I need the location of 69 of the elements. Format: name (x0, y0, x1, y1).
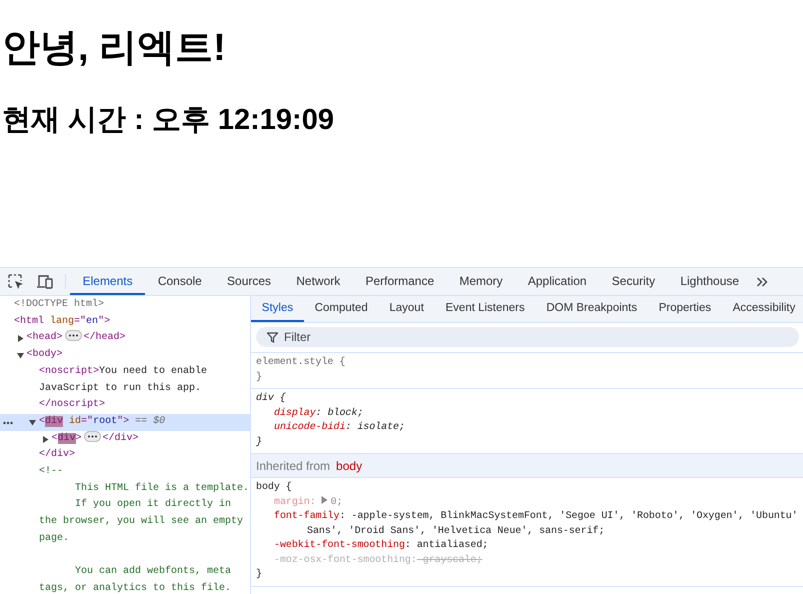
expand-arrow-icon[interactable] (16, 335, 24, 342)
sidebar-tab[interactable]: Computed (304, 296, 379, 322)
dom-node-text: </div> (102, 432, 139, 444)
expand-arrow-icon[interactable] (29, 418, 36, 426)
css-selector: body { (256, 482, 292, 493)
filter-field[interactable]: Filter (256, 327, 799, 347)
sidebar-tab[interactable]: Layout (378, 296, 435, 322)
expand-arrow-icon[interactable] (42, 436, 48, 443)
dom-tree-row[interactable]: <div id="root"> == $0 (0, 414, 250, 431)
dom-tree-row[interactable]: <div> </div> (0, 430, 250, 448)
css-property: margin: (274, 496, 316, 508)
panel-tab[interactable]: Lighthouse (668, 268, 752, 295)
current-time-text: 현재 시간 : 오후 12:19:09 (2, 103, 335, 138)
dom-node-text: <!DOCTYPE html> (14, 299, 104, 310)
dom-node-text: <div> (52, 432, 82, 444)
device-toolbar-icon[interactable] (36, 274, 53, 290)
panel-tab[interactable]: Console (145, 268, 214, 295)
dom-node-text: <!-- This HTML file is a template. If you open it directly in the browser, you will see an empty page. You can add webfonts, meta tags, or analytics to this file. (39, 466, 250, 594)
dom-tree-row[interactable]: <head> </head> (0, 330, 250, 348)
css-rule-brace: } (256, 372, 262, 382)
inherited-source-link[interactable]: body (336, 458, 362, 472)
css-rule-brace: } (256, 436, 262, 448)
css-value: grayscale; (422, 554, 482, 566)
panel-tab[interactable]: Sources (214, 268, 284, 295)
dom-node-text: <div id="root"> == $0 (39, 416, 166, 427)
css-value: -apple-system, BlinkMacSystemFont, 'Segoe UI', 'Roboto', 'Oxygen', 'Ubuntu' (350, 511, 798, 522)
panel-tab[interactable]: Elements (70, 268, 146, 295)
sidebar-tab[interactable]: Accessibility (722, 296, 803, 322)
filter-icon (267, 332, 278, 343)
dom-node-text: <body> (26, 349, 63, 360)
collapsed-content-icon[interactable] (64, 330, 82, 342)
css-selector: element.style { (256, 357, 346, 368)
more-tabs-icon[interactable] (756, 276, 768, 288)
css-value: Sans', 'Droid Sans', 'Helvetica Neue', sans-serif; (307, 526, 605, 536)
sidebar-tab[interactable]: DOM Breakpoints (536, 296, 648, 322)
panel-tab[interactable]: Performance (352, 268, 447, 295)
css-value: antialiased; (416, 540, 488, 551)
sidebar-tab[interactable]: Event Listeners (434, 296, 536, 322)
sidebar-tab[interactable]: Properties (648, 296, 722, 322)
dom-tree-row[interactable]: <body> (0, 347, 250, 364)
css-selector: div { (256, 393, 286, 404)
dom-tree-row[interactable]: <!-- This HTML file is a template. If you open it directly in the browser, you will see an empty page. You can add webfonts, meta tags, or analytics to this file. (0, 464, 250, 594)
expand-arrow-icon[interactable] (16, 352, 24, 360)
dom-node-text: <html lang="en"> (14, 316, 110, 327)
panel-tab[interactable]: Network (284, 268, 353, 295)
css-value: 0; (330, 496, 343, 508)
css-rule-brace: } (256, 569, 262, 580)
inspect-element-icon[interactable] (8, 274, 24, 290)
dom-tree-row[interactable]: <html lang="en"> (0, 314, 250, 330)
css-property: -moz-osx-font-smoothing: (274, 554, 417, 566)
sidebar-tab[interactable]: Styles (251, 296, 304, 322)
inherited-label: Inherited from (256, 458, 330, 472)
css-property: unicode-bidi: (274, 422, 352, 433)
panel-tab[interactable]: Application (515, 268, 600, 295)
dom-node-text: </div> (39, 449, 76, 460)
css-property: -webkit-font-smoothing: (274, 540, 411, 551)
collapsed-content-icon[interactable] (84, 430, 101, 442)
dom-tree-row[interactable]: <!DOCTYPE html> (0, 297, 250, 314)
css-property: display: (274, 408, 322, 418)
dom-tree-row[interactable]: </div> (0, 447, 250, 464)
css-value: isolate; (356, 422, 405, 433)
css-value: block; (326, 408, 364, 418)
panel-tab[interactable]: Security (599, 268, 668, 295)
dom-node-text: <head> (26, 332, 63, 344)
more-options-icon[interactable] (3, 420, 13, 425)
dom-node-text: </head> (84, 332, 126, 344)
css-property: font-family: (274, 511, 346, 522)
panel-tab[interactable]: Memory (446, 268, 516, 295)
page-heading: 안녕, 리엑트! (2, 26, 227, 71)
